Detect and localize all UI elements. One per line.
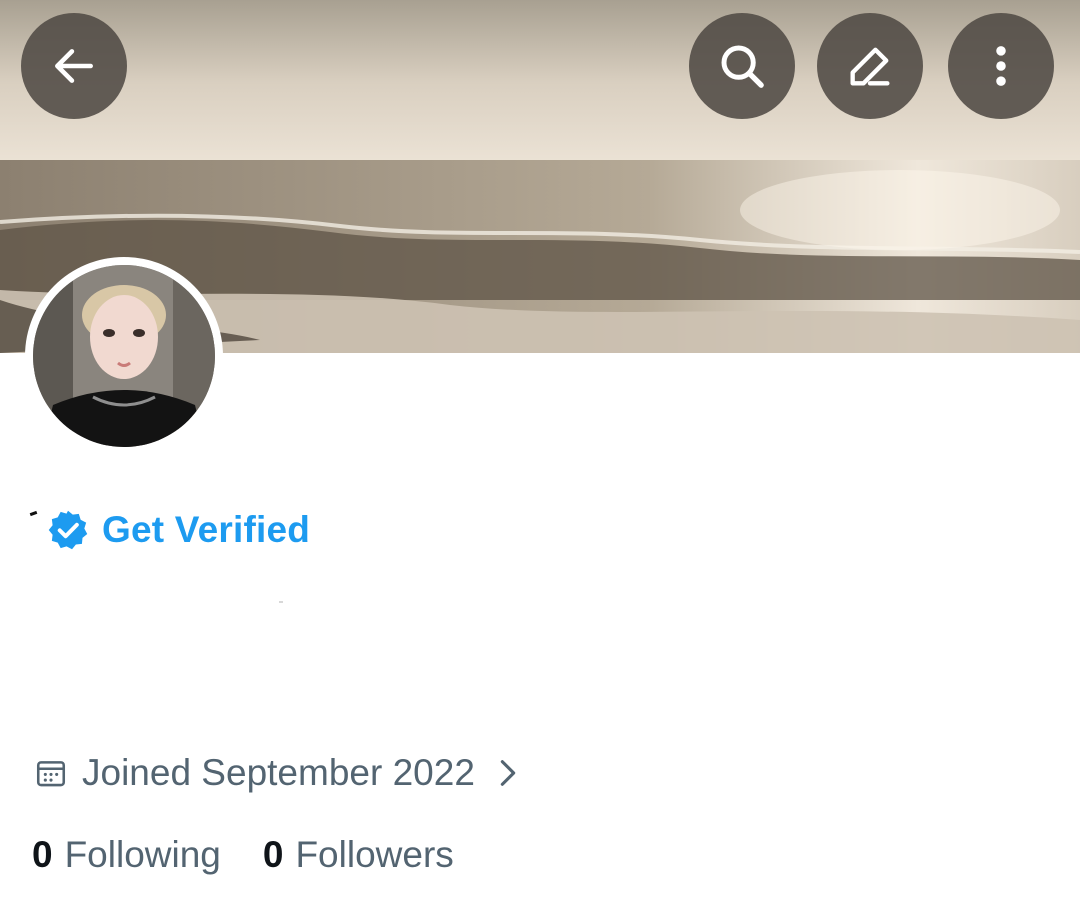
back-button[interactable] xyxy=(21,13,127,119)
followers-label: Followers xyxy=(295,834,454,875)
chevron-right-icon[interactable] xyxy=(497,756,519,790)
following-link[interactable]: 0 Following xyxy=(32,834,221,876)
divider-speck xyxy=(279,601,283,603)
calendar-icon xyxy=(36,761,66,787)
edit-button[interactable] xyxy=(817,13,923,119)
more-vertical-icon xyxy=(996,46,1006,86)
arrow-left-icon xyxy=(55,49,93,83)
avatar-image xyxy=(33,265,215,447)
profile-avatar[interactable] xyxy=(25,257,223,455)
followers-link[interactable]: 0 Followers xyxy=(263,834,454,876)
joined-date-text: Joined September 2022 xyxy=(82,752,475,793)
following-count: 0 xyxy=(32,834,53,875)
follow-stats: 0 Following 0 Followers xyxy=(32,834,454,876)
pencil-icon xyxy=(850,47,890,86)
more-options-button[interactable] xyxy=(948,13,1054,119)
verified-badge-icon xyxy=(48,510,88,550)
search-button[interactable] xyxy=(689,13,795,119)
get-verified-button[interactable]: Get Verified xyxy=(46,508,310,552)
get-verified-label: Get Verified xyxy=(102,509,311,550)
joined-date-row: Joined September 2022 xyxy=(34,752,519,794)
search-icon xyxy=(721,45,764,88)
display-name-mark xyxy=(29,510,38,517)
following-label: Following xyxy=(64,834,221,875)
followers-count: 0 xyxy=(262,834,284,875)
